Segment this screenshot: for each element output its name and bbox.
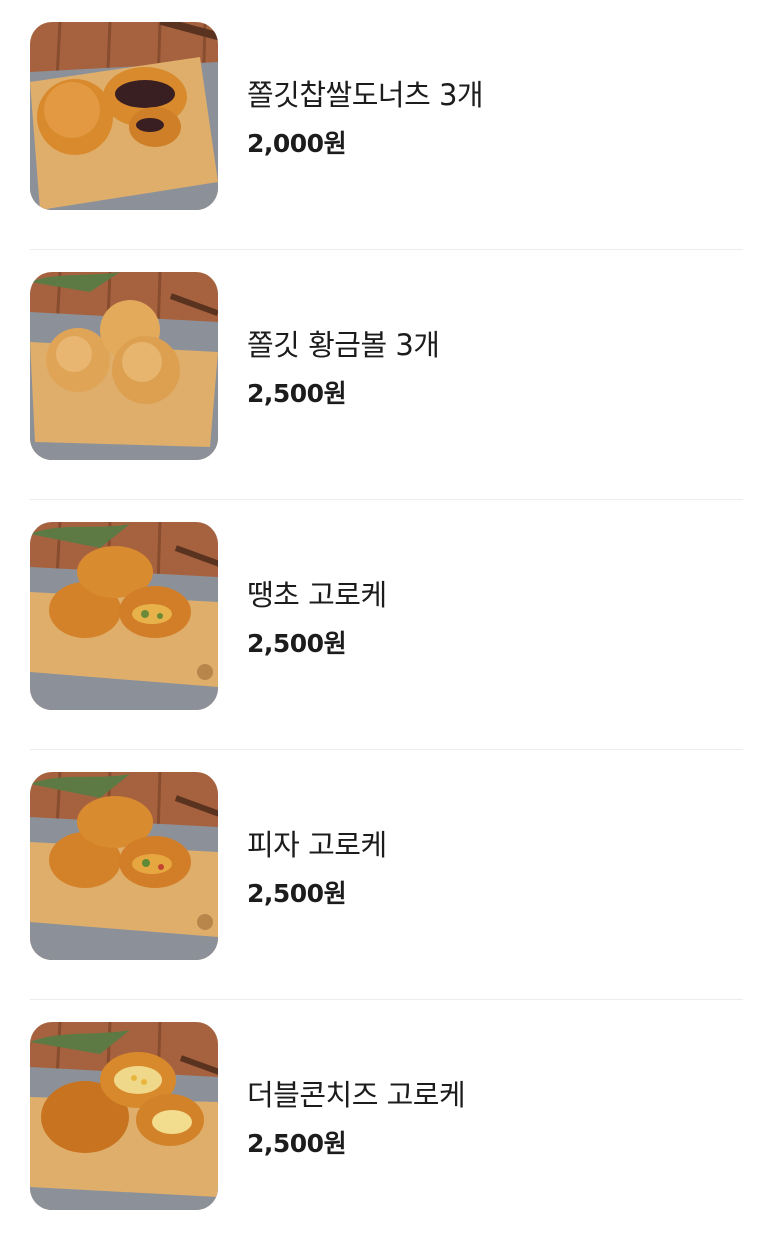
menu-item-name: 피자 고로케 — [247, 828, 387, 862]
menu-item[interactable]: 쫄깃찹쌀도너츠 3개 2,000원 — [0, 0, 773, 250]
menu-item-photo[interactable] — [30, 522, 218, 710]
menu-list: 쫄깃찹쌀도너츠 3개 2,000원 쫄깃 황금볼 3개 2,500원 땡초 고로… — [0, 0, 773, 1250]
menu-item-price: 2,500원 — [247, 879, 347, 908]
menu-item[interactable]: 땡초 고로케 2,500원 — [0, 500, 773, 750]
menu-item[interactable]: 더블콘치즈 고로케 2,500원 — [0, 1000, 773, 1250]
menu-item-price: 2,500원 — [247, 379, 347, 408]
menu-item-name: 더블콘치즈 고로케 — [247, 1078, 466, 1112]
menu-item-price: 2,000원 — [247, 129, 347, 158]
menu-item-photo[interactable] — [30, 272, 218, 460]
menu-item[interactable]: 쫄깃 황금볼 3개 2,500원 — [0, 250, 773, 500]
menu-item-name: 쫄깃찹쌀도너츠 3개 — [247, 78, 484, 112]
menu-item-photo[interactable] — [30, 772, 218, 960]
menu-item-name: 땡초 고로케 — [247, 578, 387, 612]
menu-item-photo[interactable] — [30, 22, 218, 210]
menu-item[interactable]: 피자 고로케 2,500원 — [0, 750, 773, 1000]
menu-item-price: 2,500원 — [247, 1129, 347, 1158]
menu-item-price: 2,500원 — [247, 629, 347, 658]
menu-item-photo[interactable] — [30, 1022, 218, 1210]
menu-item-name: 쫄깃 황금볼 3개 — [247, 328, 440, 362]
